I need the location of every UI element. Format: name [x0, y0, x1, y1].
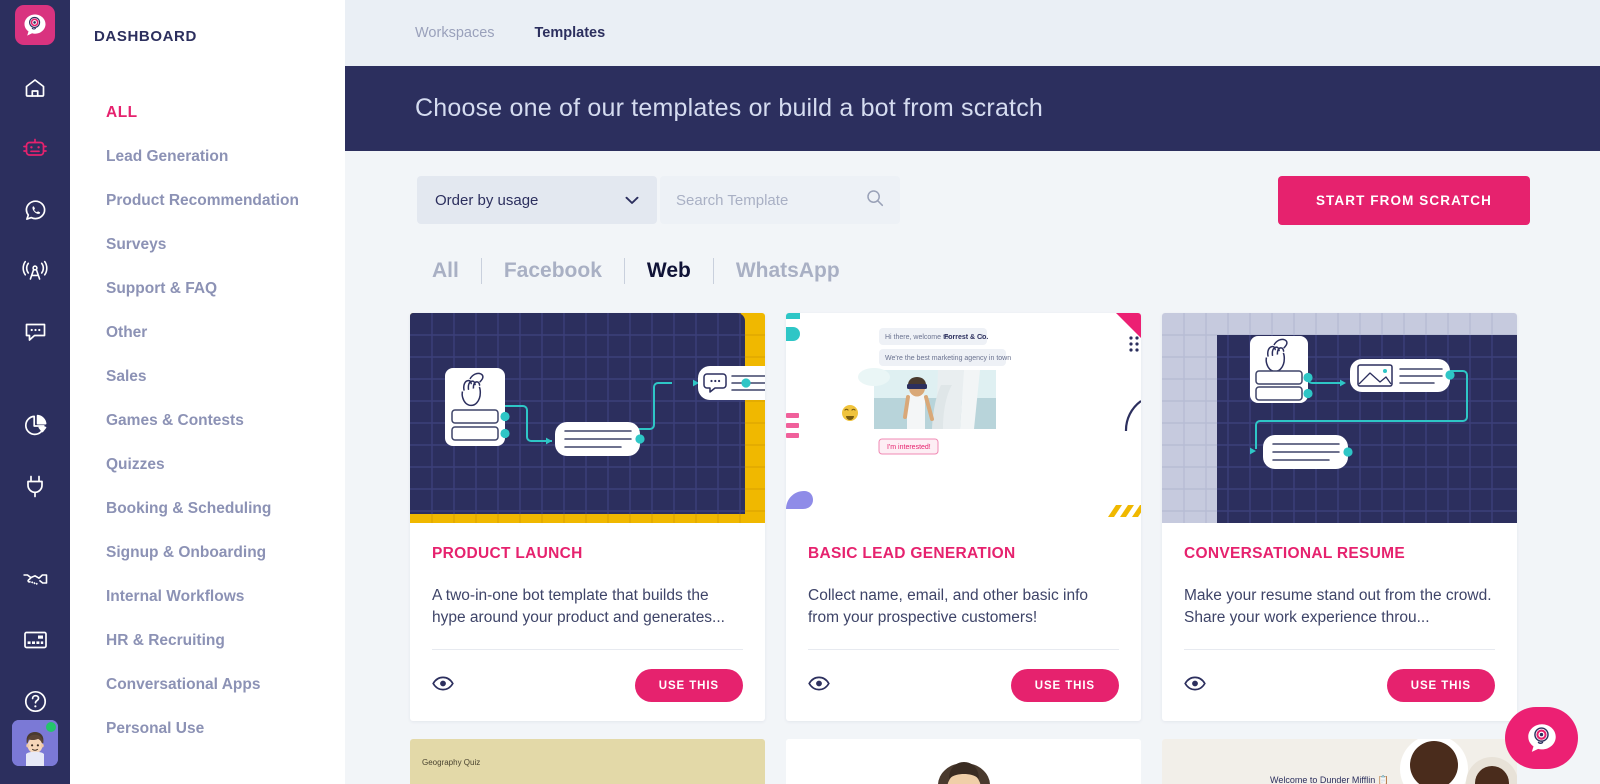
sidebar-item-hr-recruiting[interactable]: HR & Recruiting — [70, 619, 345, 663]
channel-filter-tabs: All Facebook Web WhatsApp — [345, 253, 1600, 289]
plug-icon[interactable] — [12, 463, 58, 509]
online-status-dot — [46, 722, 56, 732]
robot-icon[interactable] — [12, 126, 58, 172]
banner-headline: Choose one of our templates or build a b… — [415, 94, 1043, 122]
template-thumbnail-basic-lead-generation: Hi there, welcome to Forrest & Co. ! We'… — [786, 313, 1141, 523]
landbot-chat-icon — [1527, 724, 1556, 752]
channel-tab-whatsapp[interactable]: WhatsApp — [714, 258, 862, 284]
sidebar-item-games-contests[interactable]: Games & Contests — [70, 399, 345, 443]
sidebar-item-sales[interactable]: Sales — [70, 355, 345, 399]
template-description: Collect name, email, and other basic inf… — [808, 587, 1089, 626]
use-this-button[interactable]: USE THIS — [1386, 669, 1495, 702]
template-thumbnail-product-launch — [410, 313, 765, 523]
template-thumbnail-conversational-resume — [1162, 313, 1517, 523]
sidebar-item-quizzes[interactable]: Quizzes — [70, 443, 345, 487]
category-list: ALL Lead Generation Product Recommendati… — [70, 91, 345, 751]
sidebar-item-booking-scheduling[interactable]: Booking & Scheduling — [70, 487, 345, 531]
svg-text:We're the best marketing agenc: We're the best marketing agency in town — [885, 355, 1011, 362]
pie-chart-icon[interactable] — [12, 402, 58, 448]
sidebar-item-conversational-apps[interactable]: Conversational Apps — [70, 663, 345, 707]
page-title: DASHBOARD — [94, 28, 197, 45]
eye-icon[interactable] — [432, 676, 454, 696]
start-from-scratch-button[interactable]: START FROM SCRATCH — [1277, 176, 1530, 225]
sidebar-item-product-recommendation[interactable]: Product Recommendation — [70, 179, 345, 223]
search-icon[interactable] — [866, 189, 884, 212]
sidebar-item-personal-use[interactable]: Personal Use — [70, 707, 345, 751]
channel-tab-facebook[interactable]: Facebook — [482, 258, 624, 284]
whatsapp-icon[interactable] — [12, 187, 58, 233]
tab-workspaces[interactable]: Workspaces — [415, 25, 495, 41]
template-card-grid: PRODUCT LAUNCH A two-in-one bot template… — [345, 289, 1600, 721]
sidebar-item-internal-workflows[interactable]: Internal Workflows — [70, 575, 345, 619]
app-root: DASHBOARD ALL Lead Generation Product Re… — [0, 0, 1600, 784]
template-card[interactable]: Hi there, welcome to Forrest & Co. ! We'… — [786, 313, 1141, 721]
thumb-label: Geography Quiz — [422, 758, 480, 767]
template-card-footer: USE THIS — [1184, 649, 1495, 721]
template-card[interactable]: PRODUCT LAUNCH A two-in-one bot template… — [410, 313, 765, 721]
svg-text:Hi there, welcome to: Hi there, welcome to — [885, 334, 949, 341]
sidebar-item-support-faq[interactable]: Support & FAQ — [70, 267, 345, 311]
template-card-footer: USE THIS — [432, 649, 743, 721]
use-this-button[interactable]: USE THIS — [1010, 669, 1119, 702]
template-card-body: PRODUCT LAUNCH A two-in-one bot template… — [410, 523, 765, 631]
sidebar-item-other[interactable]: Other — [70, 311, 345, 355]
template-description: A two-in-one bot template that builds th… — [432, 587, 725, 626]
thumb-label: Welcome to Dunder Mifflin 📋 — [1270, 774, 1389, 784]
help-circle-icon[interactable] — [12, 678, 58, 724]
controls-bar: Order by usage START FROM SCRATCH — [345, 151, 1600, 225]
search-template-box[interactable] — [660, 176, 900, 224]
search-input[interactable] — [676, 191, 856, 209]
svg-text:!: ! — [981, 334, 983, 341]
top-tab-bar: Workspaces Templates — [345, 0, 1600, 66]
sidebar-item-lead-generation[interactable]: Lead Generation — [70, 135, 345, 179]
svg-text:I'm interested!: I'm interested! — [887, 444, 931, 451]
user-avatar[interactable] — [12, 720, 58, 766]
template-card[interactable]: Welcome to Dunder Mifflin 📋 — [1162, 739, 1517, 784]
template-card-grid-row2: Geography Quiz Welcome to Dunder Mifflin… — [345, 739, 1600, 784]
template-title: PRODUCT LAUNCH — [432, 545, 583, 562]
template-card-footer: USE THIS — [808, 649, 1119, 721]
template-card-body: CONVERSATIONAL RESUME Make your resume s… — [1162, 523, 1517, 631]
rail-icon-list — [12, 65, 58, 739]
sidebar-item-signup-onboarding[interactable]: Signup & Onboarding — [70, 531, 345, 575]
main-content: Workspaces Templates Choose one of our t… — [345, 0, 1600, 784]
icon-rail — [0, 0, 70, 784]
template-card-body: BASIC LEAD GENERATION Collect name, emai… — [786, 523, 1141, 631]
template-title: CONVERSATIONAL RESUME — [1184, 545, 1406, 562]
sidebar-item-all[interactable]: ALL — [70, 91, 345, 135]
page-banner: Choose one of our templates or build a b… — [345, 66, 1600, 151]
category-sidebar: DASHBOARD ALL Lead Generation Product Re… — [70, 0, 345, 784]
landbot-logo-icon[interactable] — [15, 5, 55, 45]
eye-icon[interactable] — [808, 676, 830, 696]
eye-icon[interactable] — [1184, 676, 1206, 696]
sort-select[interactable]: Order by usage — [417, 176, 657, 224]
channel-tab-all[interactable]: All — [410, 258, 481, 284]
template-card[interactable]: Geography Quiz — [410, 739, 765, 784]
sidebar-item-surveys[interactable]: Surveys — [70, 223, 345, 267]
template-description: Make your resume stand out from the crow… — [1184, 587, 1492, 626]
chat-bubble-icon[interactable] — [12, 309, 58, 355]
channel-tab-web[interactable]: Web — [625, 258, 713, 284]
broadcast-icon[interactable] — [12, 248, 58, 294]
template-title: BASIC LEAD GENERATION — [808, 545, 1016, 562]
tab-templates[interactable]: Templates — [535, 25, 606, 41]
home-icon[interactable] — [12, 65, 58, 111]
chat-widget-button[interactable] — [1505, 707, 1578, 769]
credit-card-icon[interactable] — [12, 617, 58, 663]
handshake-icon[interactable] — [12, 556, 58, 602]
use-this-button[interactable]: USE THIS — [634, 669, 743, 702]
template-card[interactable] — [786, 739, 1141, 784]
sort-select-value: Order by usage — [435, 191, 539, 209]
template-card[interactable]: CONVERSATIONAL RESUME Make your resume s… — [1162, 313, 1517, 721]
chevron-down-icon — [625, 192, 639, 209]
